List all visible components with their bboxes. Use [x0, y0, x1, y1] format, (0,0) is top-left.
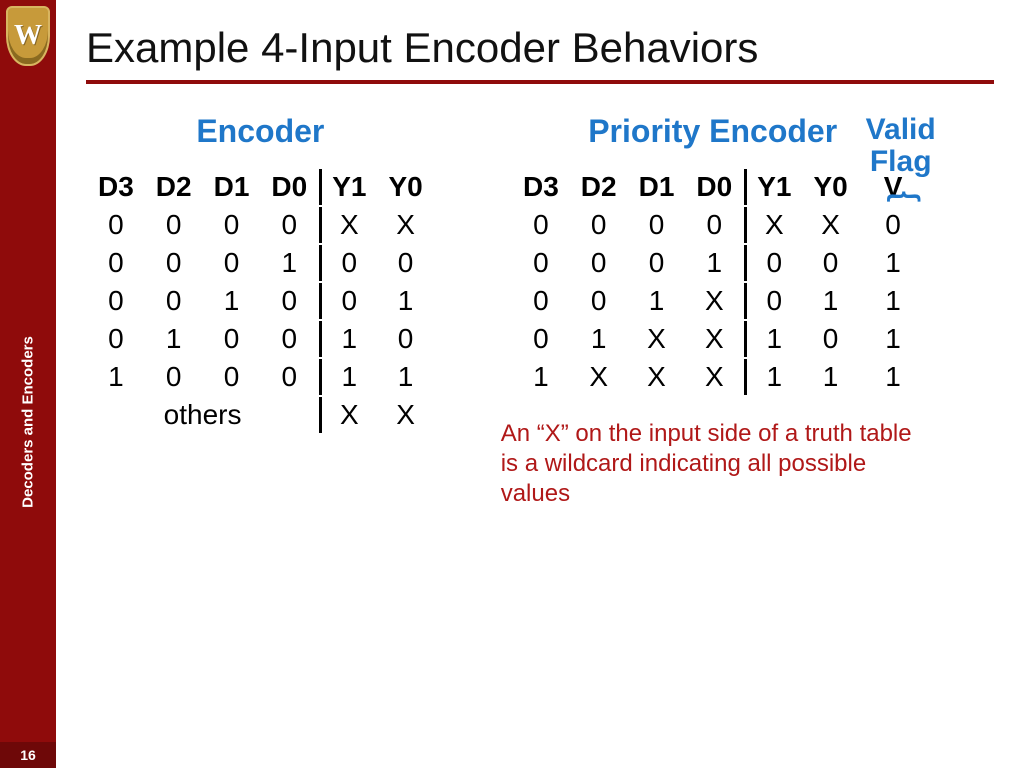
- wildcard-note: An “X” on the input side of a truth tabl…: [501, 419, 931, 509]
- encoder-title: Encoder: [196, 114, 324, 149]
- table-row: 1XXX111: [513, 359, 912, 395]
- slide: W Decoders and Encoders 16 Example 4-Inp…: [0, 0, 1024, 768]
- priority-encoder-block: Valid Flag ︷ Priority Encoder D3 D2 D1 D…: [495, 114, 931, 509]
- table-header: D3 D2 D1 D0 Y1 Y0: [88, 169, 433, 205]
- uw-crest-icon: W: [6, 6, 50, 66]
- table-row: 0000XX: [88, 207, 433, 243]
- col-y0: Y0: [378, 169, 432, 205]
- col-y1: Y1: [744, 169, 801, 205]
- valid-flag-label-group: Valid Flag ︷: [841, 114, 961, 197]
- col-d1: D1: [204, 169, 260, 205]
- col-d0: D0: [261, 169, 317, 205]
- title-divider: [86, 80, 994, 84]
- table-row: 0000XX0: [513, 207, 912, 243]
- sidebar-section-label: Decoders and Encoders: [20, 337, 37, 509]
- brace-icon: ︷: [841, 177, 961, 197]
- col-d1: D1: [629, 169, 685, 205]
- table-row-others: others X X: [88, 397, 433, 433]
- encoder-table: D3 D2 D1 D0 Y1 Y0 0000XX 000100 001001 0…: [86, 167, 435, 435]
- priority-title: Priority Encoder: [588, 114, 837, 149]
- table-row: 010010: [88, 321, 433, 357]
- col-d0: D0: [686, 169, 742, 205]
- col-d2: D2: [571, 169, 627, 205]
- table-row: 001001: [88, 283, 433, 319]
- table-row: 01XX101: [513, 321, 912, 357]
- table-row: 000100: [88, 245, 433, 281]
- slide-content: Example 4-Input Encoder Behaviors Encode…: [56, 0, 1024, 768]
- table-row: 100011: [88, 359, 433, 395]
- others-label: others: [88, 397, 317, 433]
- table-row: 0001001: [513, 245, 912, 281]
- col-d3: D3: [88, 169, 144, 205]
- page-number: 16: [0, 742, 56, 768]
- sidebar: W Decoders and Encoders 16: [0, 0, 56, 768]
- col-d2: D2: [146, 169, 202, 205]
- crest-letter: W: [14, 20, 42, 52]
- col-y1: Y1: [319, 169, 376, 205]
- table-row: 001X011: [513, 283, 912, 319]
- col-d3: D3: [513, 169, 569, 205]
- tables-row: Encoder D3 D2 D1 D0 Y1 Y0 0000XX 000100 …: [86, 114, 994, 509]
- encoder-block: Encoder D3 D2 D1 D0 Y1 Y0 0000XX 000100 …: [86, 114, 435, 435]
- priority-table: D3 D2 D1 D0 Y1 Y0 V 0000XX0 0001001 001X…: [511, 167, 914, 397]
- slide-title: Example 4-Input Encoder Behaviors: [86, 24, 994, 72]
